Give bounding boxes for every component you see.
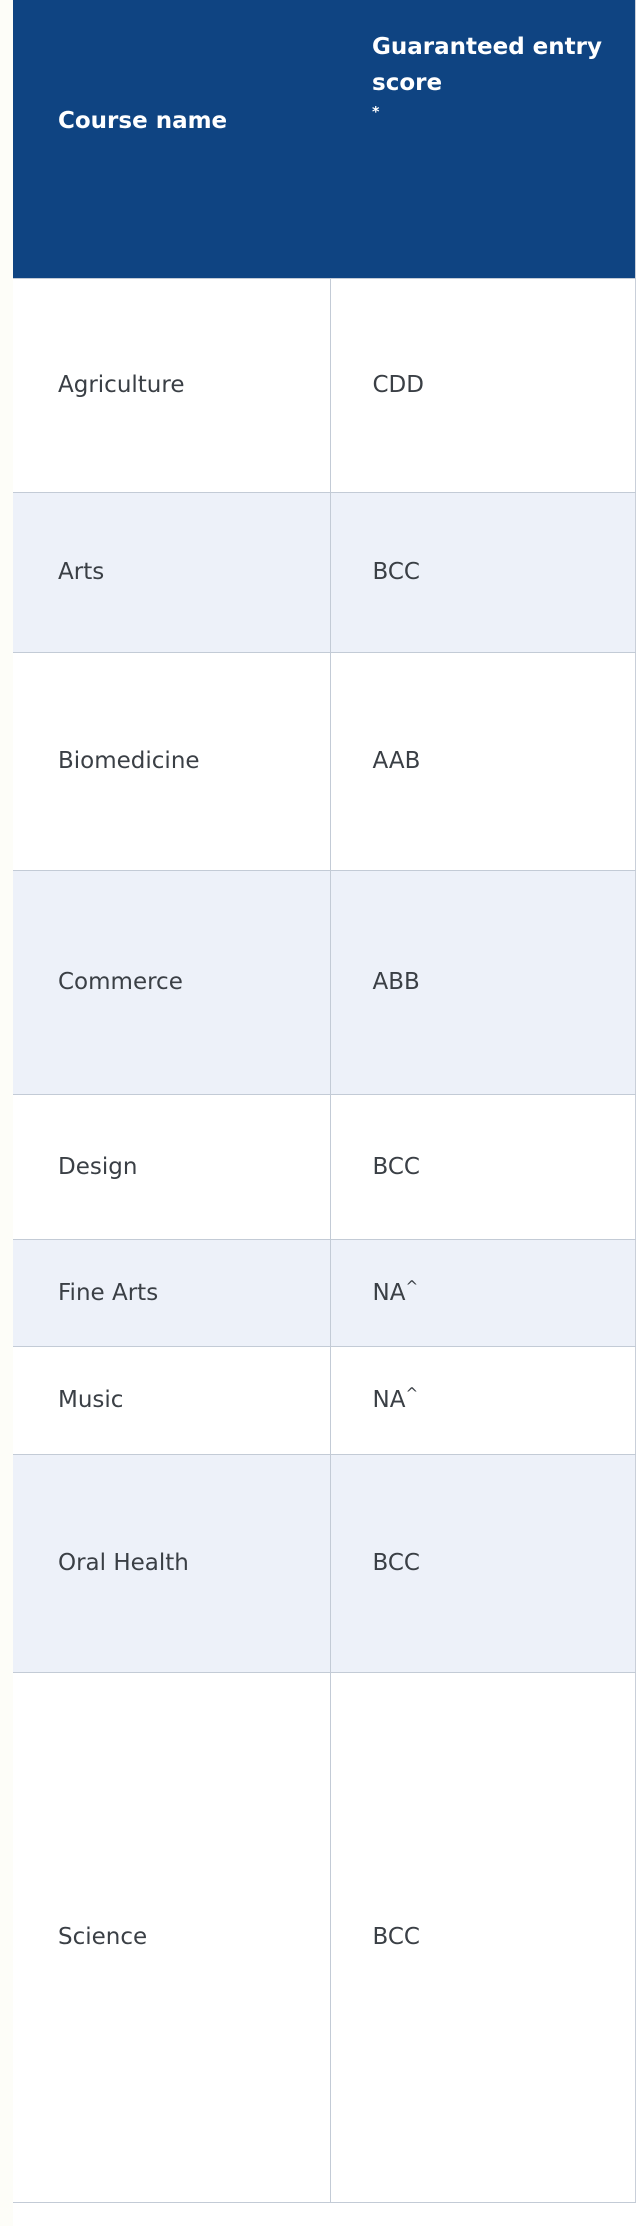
table-row: Agriculture CDD (13, 277, 635, 493)
table-row: Science BCC (13, 1671, 635, 2203)
cell-guaranteed-entry-score: NA^ (329, 1345, 635, 1455)
score-value: AAB (372, 748, 421, 774)
cell-course-name: Fine Arts (13, 1238, 330, 1347)
score-footnote-marker: ^ (405, 1276, 419, 1295)
footnote-asterisk-marker: * (372, 104, 380, 121)
cell-course-name: Science (13, 1671, 330, 2203)
score-value: ABB (372, 969, 420, 995)
left-gutter-strip (0, 0, 13, 2226)
table-row: Oral Health BCC (13, 1453, 635, 1673)
cell-course-name: Oral Health (13, 1453, 330, 1673)
cell-guaranteed-entry-score: BCC (329, 1453, 635, 1673)
score-value: NA (372, 1387, 406, 1413)
cell-guaranteed-entry-score: NA^ (329, 1238, 635, 1347)
table-header-row: Course name Guaranteed entry score * (13, 0, 635, 278)
column-header-course-name: Course name (13, 0, 330, 278)
table-row: Arts BCC (13, 491, 635, 653)
cell-course-name: Design (13, 1093, 330, 1240)
score-value: NA (372, 1279, 406, 1306)
table-row: Fine Arts NA^ (13, 1238, 635, 1347)
column-header-guaranteed-entry-score: Guaranteed entry score * (330, 0, 635, 278)
cell-course-name: Arts (13, 491, 330, 653)
score-value: BCC (372, 559, 421, 585)
score-value: BCC (372, 1550, 421, 1576)
score-value: BCC (372, 1924, 421, 1950)
score-value: BCC (372, 1153, 421, 1180)
cell-course-name: Agriculture (13, 277, 330, 493)
score-footnote-marker: ^ (405, 1384, 419, 1403)
cell-guaranteed-entry-score: BCC (329, 1093, 635, 1240)
cell-guaranteed-entry-score: CDD (329, 277, 635, 493)
cell-course-name: Biomedicine (13, 651, 330, 871)
score-value: CDD (372, 372, 424, 398)
course-table-container: Course name Guaranteed entry score * Agri… (13, 0, 636, 2226)
table-row: Biomedicine AAB (13, 651, 635, 871)
page-root: Course name Guaranteed entry score * Agri… (0, 0, 644, 2226)
cell-guaranteed-entry-score: ABB (329, 869, 635, 1095)
cell-course-name: Commerce (13, 869, 330, 1095)
table-row: Music NA^ (13, 1345, 635, 1455)
table-body: Agriculture CDD Arts BCC Biomedicine AAB… (13, 277, 635, 2203)
cell-guaranteed-entry-score: AAB (329, 651, 635, 871)
table-row: Commerce ABB (13, 869, 635, 1095)
cell-guaranteed-entry-score: BCC (329, 491, 635, 653)
column-header-guaranteed-entry-score-label: Guaranteed entry score (372, 34, 602, 96)
cell-guaranteed-entry-score: BCC (329, 1671, 635, 2203)
column-header-course-name-label: Course name (58, 107, 228, 134)
guaranteed-entry-score-table: Course name Guaranteed entry score * Agri… (13, 0, 636, 2203)
table-row: Design BCC (13, 1093, 635, 1240)
table-header: Course name Guaranteed entry score * (13, 0, 635, 278)
cell-course-name: Music (13, 1345, 330, 1455)
